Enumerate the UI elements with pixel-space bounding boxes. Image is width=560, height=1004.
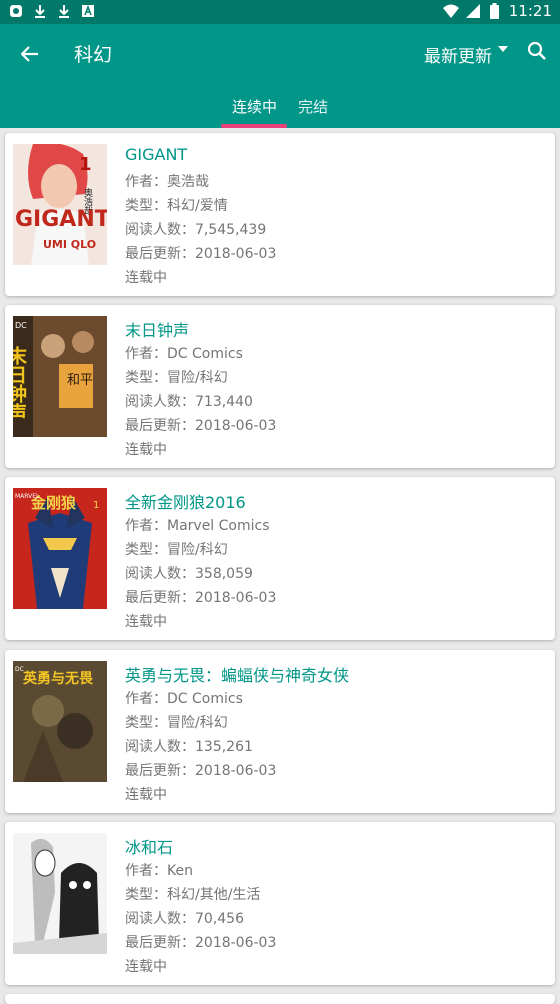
comic-card[interactable]: 1 奥浩哉 GIGANT UMI QLO GIGANT 作者：奥浩哉 类型：科幻… [5, 133, 555, 296]
comic-author: 作者：DC Comics [125, 346, 243, 362]
svg-text:MARVEL: MARVEL [15, 493, 40, 500]
comic-genre: 类型：冒险/科幻 [125, 370, 228, 386]
comic-readers: 阅读人数：358,059 [125, 566, 253, 582]
page-title: 科幻 [74, 44, 113, 66]
comic-card[interactable]: 金刚狼 MARVEL 1 全新金刚狼2016 作者：Marvel Comics … [5, 477, 555, 640]
comic-author: 作者：DC Comics [125, 691, 243, 707]
comic-cover: 1 奥浩哉 GIGANT UMI QLO [13, 144, 107, 265]
comic-author: 作者：Marvel Comics [125, 518, 270, 534]
comic-cover: 英勇与无畏 DC [13, 661, 107, 782]
comic-genre: 类型：冒险/科幻 [125, 542, 228, 558]
comic-genre: 类型：科幻/爱情 [125, 198, 228, 214]
svg-text:DC: DC [15, 666, 24, 673]
comic-readers: 阅读人数：713,440 [125, 394, 253, 410]
back-button[interactable] [14, 38, 46, 70]
comic-title: 末日钟声 [125, 321, 190, 340]
sort-label: 最新更新 [424, 47, 492, 67]
comic-status: 连载中 [125, 614, 167, 630]
comic-title: 英勇与无畏：蝙蝠侠与神奇女侠 [125, 666, 350, 685]
svg-text:DC: DC [15, 321, 27, 330]
comic-status: 连载中 [125, 959, 167, 975]
status-time: 11:21 [508, 2, 552, 20]
svg-text:UMI QLO: UMI QLO [43, 238, 96, 251]
download-icon [32, 3, 48, 19]
download-icon [56, 3, 72, 19]
comic-status: 连载中 [125, 787, 167, 803]
comic-card[interactable]: 冰和石 作者：Ken 类型：科幻/其他/生活 阅读人数：70,456 最后更新：… [5, 822, 555, 985]
search-icon [527, 41, 546, 60]
svg-text:末日钟声: 末日钟声 [13, 345, 28, 423]
battery-icon [487, 3, 503, 19]
comic-title: GIGANT [125, 145, 188, 164]
signal-icon [465, 3, 481, 19]
comic-updated: 最后更新：2018-06-03 [125, 590, 277, 606]
comic-title: 全新金刚狼2016 [125, 493, 246, 512]
arrow-back-icon [21, 46, 38, 62]
comic-updated: 最后更新：2018-06-03 [125, 763, 277, 779]
comic-card[interactable]: 和平 DC 末日钟声 末日钟声 作者：DC Comics 类型：冒险/科幻 阅读… [5, 305, 555, 468]
comic-genre: 类型：冒险/科幻 [125, 715, 228, 731]
app-notification-icon [8, 3, 24, 19]
tab-bar: 连续中 完结 [0, 92, 560, 128]
comic-cover [13, 833, 107, 954]
svg-text:GIGANT: GIGANT [15, 207, 107, 232]
comic-author: 作者：奥浩哉 [125, 174, 209, 190]
svg-text:和平: 和平 [67, 373, 93, 388]
comic-genre: 类型：科幻/其他/生活 [125, 887, 261, 903]
comic-updated: 最后更新：2018-06-03 [125, 246, 277, 262]
comic-updated: 最后更新：2018-06-03 [125, 935, 277, 951]
comic-updated: 最后更新：2018-06-03 [125, 418, 277, 434]
comic-status: 连载中 [125, 270, 167, 286]
comic-title: 冰和石 [125, 838, 174, 857]
tab-serializing[interactable]: 连续中 [232, 96, 277, 117]
svg-text:1: 1 [79, 154, 92, 175]
comic-author: 作者：Ken [125, 863, 193, 879]
wifi-icon [442, 3, 459, 19]
svg-text:英勇与无畏: 英勇与无畏 [22, 670, 94, 687]
font-app-icon [80, 3, 96, 19]
comic-readers: 阅读人数：7,545,439 [125, 222, 267, 238]
comic-card[interactable]: 英勇与无畏 DC 英勇与无畏：蝙蝠侠与神奇女侠 作者：DC Comics 类型：… [5, 650, 555, 813]
tab-indicator [221, 124, 287, 128]
comic-cover: 金刚狼 MARVEL 1 [13, 488, 107, 609]
comic-readers: 阅读人数：135,261 [125, 739, 253, 755]
comic-status: 连载中 [125, 442, 167, 458]
dropdown-arrow-icon [498, 45, 508, 52]
search-button[interactable] [524, 38, 550, 64]
comic-readers: 阅读人数：70,456 [125, 911, 244, 927]
svg-text:1: 1 [93, 500, 99, 511]
sort-dropdown[interactable]: 最新更新 [424, 42, 508, 67]
comic-cover: 和平 DC 末日钟声 [13, 316, 107, 437]
status-bar: 11:21 [0, 0, 560, 24]
tab-completed[interactable]: 完结 [298, 96, 328, 117]
comic-card[interactable] [5, 994, 555, 1004]
app-toolbar: 科幻 最新更新 连续中 完结 [0, 24, 560, 128]
